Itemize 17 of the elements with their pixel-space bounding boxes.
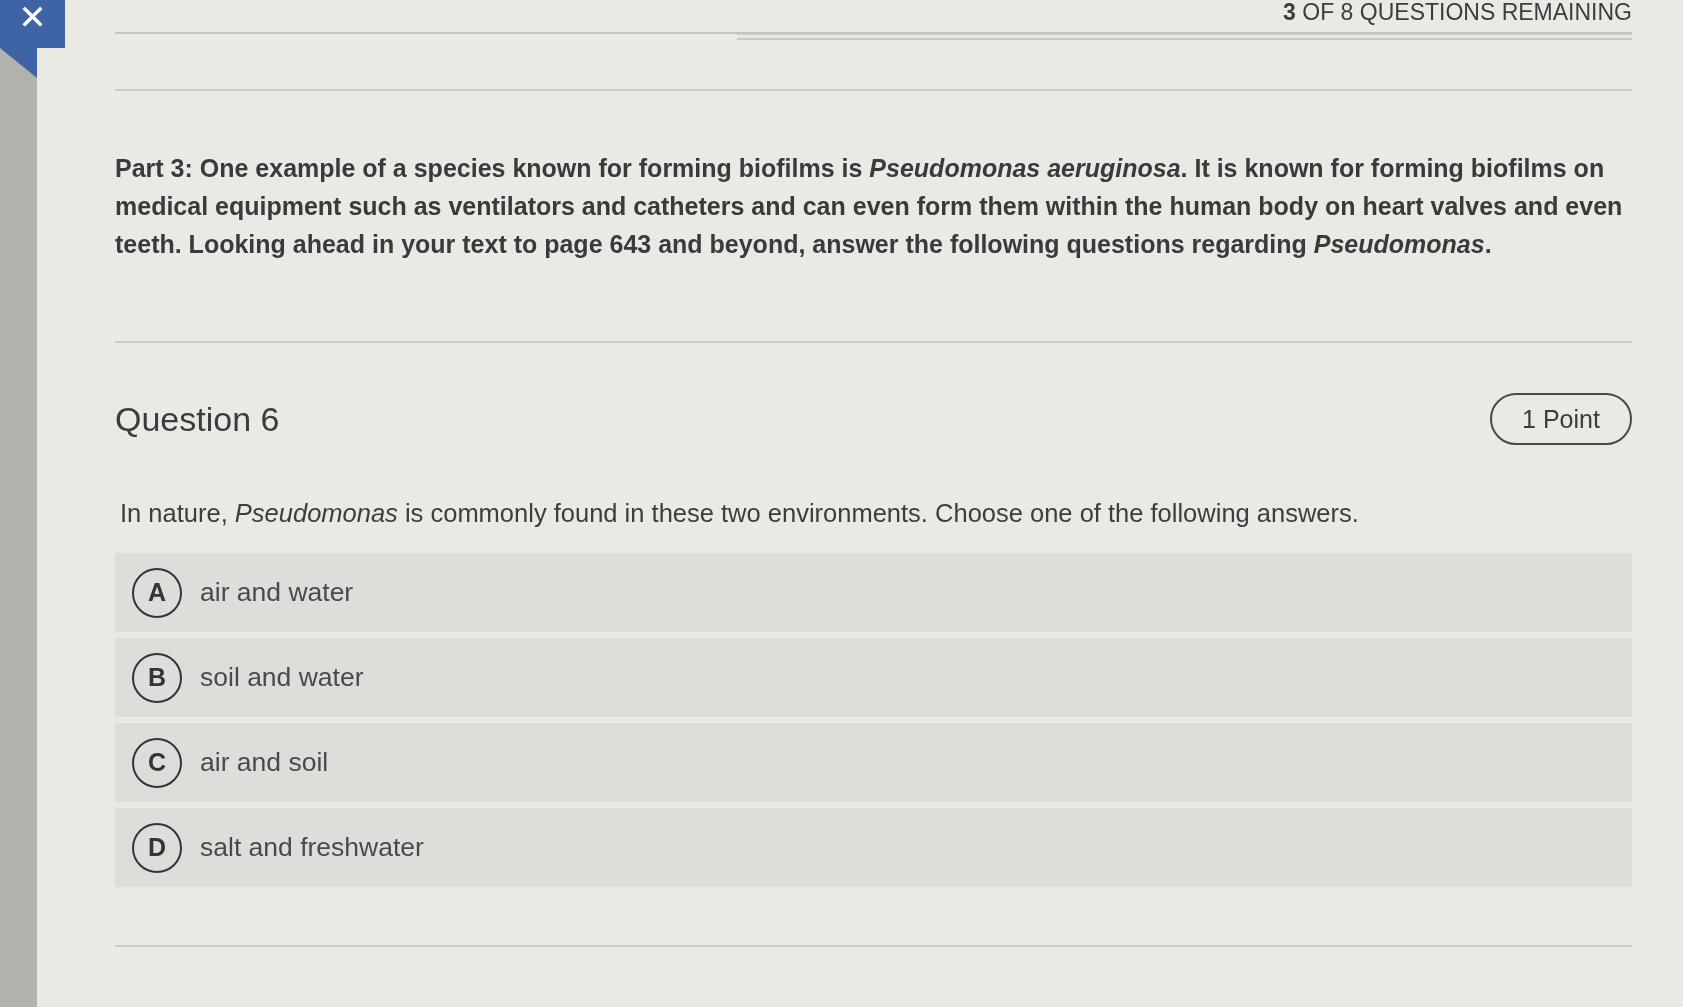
option-letter: B: [132, 652, 182, 703]
answer-option[interactable]: C air and soil: [115, 723, 1632, 802]
option-letter: C: [132, 737, 182, 788]
option-text: salt and freshwater: [200, 832, 424, 863]
option-letter: A: [132, 567, 182, 618]
answer-option[interactable]: A air and water: [115, 553, 1632, 632]
answer-option[interactable]: D salt and freshwater: [115, 808, 1632, 887]
answer-option[interactable]: B soil and water: [115, 638, 1632, 717]
passage-text: Part 3: One example of a species known for forming biofilms is Pseudomonas aeruginosa. It is known for forming biofilms on medical equipment such as ventilators and catheters and can even form them within the human body on heart valves and even teeth. Looking ahead in your text to page 643 and beyond, answer the following questions regarding Pseudomonas.: [115, 153, 1624, 260]
question-title: Question 6: [115, 399, 280, 439]
option-letter: D: [132, 822, 182, 873]
questions-remaining: 3 OF 8 QUESTIONS REMAINING: [1283, 0, 1632, 24]
option-text: soil and water: [200, 662, 364, 693]
question-prompt: In nature, Pseudomonas is commonly found in these two environments. Choose one of the following answers.: [120, 498, 1360, 529]
option-text: air and soil: [200, 747, 329, 778]
option-text: air and water: [200, 577, 354, 608]
points-badge: 1 Point: [1490, 393, 1632, 445]
